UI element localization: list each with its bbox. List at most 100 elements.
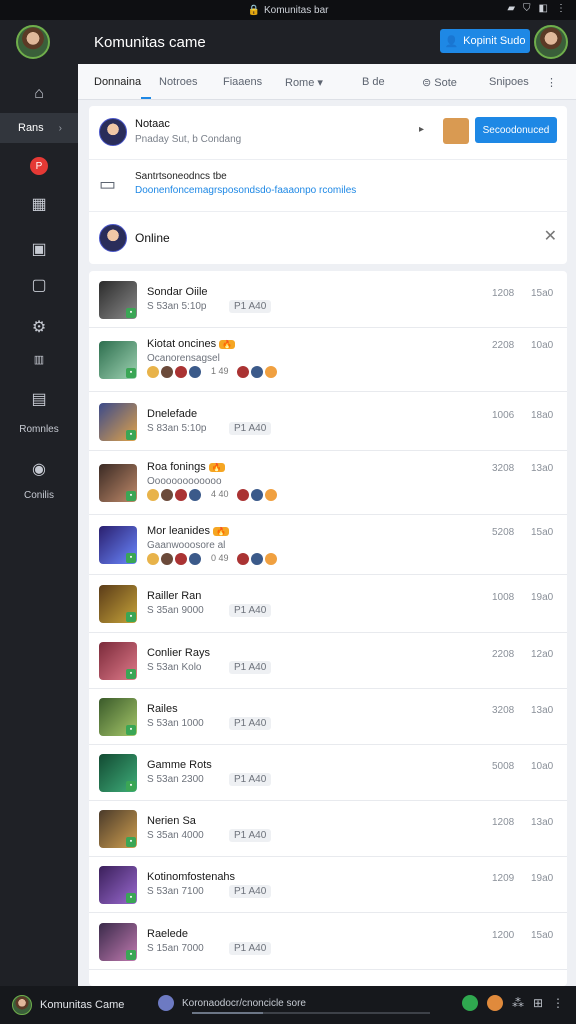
game-name: Kotinomfostenahs (147, 871, 235, 883)
bottom-title: Komunitas Came (40, 999, 125, 1011)
game-meta: S 53an 7100 (147, 886, 204, 897)
reaction-icon[interactable] (486, 995, 503, 1011)
tab-donnaina[interactable]: Donnaina (94, 76, 141, 88)
game-row[interactable]: ▪ Kiotat oncines 🔥 Ocanorensagsel 1 49 2208 10… (89, 328, 567, 392)
game-thumbnail: ▪ (99, 754, 137, 792)
sidebar-item-settings[interactable]: ⚙ (0, 312, 78, 342)
tabs-more-icon[interactable]: ⋮ (546, 76, 557, 89)
tab-bde[interactable]: B de (362, 76, 385, 88)
tab-rome-label: Rome (285, 77, 315, 89)
game-badge: P1 A40 (229, 885, 272, 898)
sidebar-item-chart[interactable]: ▦ (0, 189, 78, 219)
online-label: Online (135, 231, 170, 245)
game-meta: S 53an 1000 (147, 718, 204, 729)
sidebar-item-image[interactable]: ▣ (0, 234, 78, 264)
sidebar-item-card[interactable]: ▢ (0, 270, 78, 300)
tab-notroes[interactable]: Notroes (159, 76, 198, 88)
game-time: 15a0 (531, 288, 554, 299)
sidebar-item-messages[interactable]: ▤ (0, 384, 78, 414)
sidebar-label-romnles[interactable]: Romnles (0, 424, 78, 435)
game-row[interactable]: ▪ Gamme Rots S 53an 2300 P1 A40 5008 10a0 (89, 745, 567, 801)
monitor-icon: ▭ (99, 174, 117, 194)
game-thumbnail: ▪ (99, 341, 137, 379)
progress-bar[interactable] (192, 1012, 430, 1014)
game-name-text: Sondar Oiile (147, 286, 208, 298)
game-row[interactable]: ▪ Dnelefade S 83an 5:10p P1 A40 1006 18a0 (89, 392, 567, 451)
friend-avatar-icon (264, 366, 277, 378)
grid-icon[interactable]: ⊞ (533, 996, 543, 1010)
game-meta: S 35an 4000 (147, 830, 204, 841)
game-players: 5208 (492, 527, 515, 538)
users-icon[interactable]: ⁂ (512, 996, 524, 1010)
game-time: 13a0 (531, 705, 554, 716)
friend-avatar-icon (189, 489, 201, 501)
info-panel: Notaac Pnaday Sut, b Condang ▸ Secoodonu… (89, 106, 567, 264)
bottom-avatar[interactable] (12, 995, 32, 1015)
sidebar-item-user[interactable]: ◉ (0, 454, 78, 484)
now-playing[interactable]: Koronaodocr/cnoncicle sore (158, 995, 306, 1011)
game-name-text: Railes (147, 703, 178, 715)
game-thumbnail: ▪ (99, 526, 137, 564)
game-chips: 1 49 (147, 366, 279, 378)
tab-sote-label: Sote (434, 77, 457, 89)
user-avatar[interactable] (16, 25, 50, 59)
profile-avatar[interactable] (534, 25, 568, 59)
game-list: ▪ Sondar Oiile S 53an 5:10p P1 A40 1208 15a0 ▪… (89, 271, 567, 986)
sidebar-item-red[interactable]: P (0, 151, 78, 181)
more-icon[interactable]: ⋮ (552, 996, 564, 1010)
game-row[interactable]: ▪ Railler Ran S 35an 9000 P1 A40 1008 19a0 (89, 575, 567, 633)
game-name: Dnelefade (147, 408, 197, 420)
friend-avatar-icon (250, 489, 263, 501)
join-button[interactable]: 👤 Kopinit Sudo (440, 29, 530, 53)
game-thumbnail: ▪ (99, 923, 137, 961)
tab-snipoes[interactable]: Snipoes (489, 76, 529, 88)
sidebar-item-rans[interactable]: Rans › (0, 113, 78, 143)
game-row[interactable]: ▪ Conlier Rays S 53an Kolo P1 A40 2208 12a0 (89, 633, 567, 689)
tab-sote[interactable]: ⊜ Sote (422, 76, 457, 89)
game-row[interactable]: ▪ Nerien Sa S 35an 4000 P1 A40 1208 13a0 (89, 801, 567, 857)
game-chips: 0 49 (147, 553, 279, 565)
game-row[interactable]: ▪ Mor leanides 🔥 Gaanwooosore al 0 49 5208 15a… (89, 515, 567, 575)
game-time: 19a0 (531, 873, 554, 884)
tab-fiaaens[interactable]: Fiaaens (223, 76, 262, 88)
fire-badge-icon: 🔥 (208, 462, 225, 472)
game-name: Mor leanides 🔥 (147, 525, 229, 537)
sidebar-item-home[interactable]: ⌂ (0, 79, 78, 109)
chevron-down-icon: ▾ (317, 77, 323, 89)
game-row[interactable]: ▪ Roa fonings 🔥 Ooooooooooooo 4 40 3208 13a0 (89, 451, 567, 515)
notice-action-button[interactable]: Secoodonuced (475, 117, 557, 143)
close-icon[interactable]: ✕ (544, 226, 557, 246)
game-badge: P1 A40 (229, 422, 272, 435)
shield-icon[interactable]: ⛉ (523, 3, 531, 14)
game-row[interactable]: ▪ Sondar Oiile S 53an 5:10p P1 A40 1208 15a0 (89, 271, 567, 328)
game-players: 1008 (492, 592, 515, 603)
game-time: 13a0 (531, 463, 554, 474)
more-icon[interactable]: ⋮ (556, 3, 566, 14)
game-name-text: Nerien Sa (147, 815, 196, 827)
game-thumbnail: ▪ (99, 585, 137, 623)
sidebar-item-list[interactable]: ▥ (0, 344, 78, 374)
game-badge: P1 A40 (229, 829, 272, 842)
tab-rome[interactable]: Rome ▾ (285, 76, 323, 89)
banner-link[interactable]: Doonenfoncemagrsposondsdo-faaaonpo rcomi… (135, 185, 356, 196)
friend-avatar-icon (264, 489, 277, 501)
online-row: Online ✕ (89, 212, 567, 264)
friend-avatar-icon (236, 553, 249, 565)
pin-icon: ▸ (419, 124, 425, 135)
game-thumbnail: ▪ (99, 464, 137, 502)
friend-avatar-icon (147, 366, 159, 378)
game-meta: S 53an 5:10p (147, 301, 207, 312)
friend-avatar-icon (161, 489, 173, 501)
badge-icon[interactable]: ◧ (539, 3, 548, 14)
game-name: Railes (147, 703, 178, 715)
game-row[interactable]: ▪ Railes S 53an 1000 P1 A40 3208 13a0 (89, 689, 567, 745)
game-row[interactable]: ▪ Kotinomfostenahs S 53an 7100 P1 A40 1209 19… (89, 857, 567, 913)
app-icon[interactable]: ▰ (507, 3, 515, 14)
game-row[interactable]: ▪ Raelede S 15an 7000 P1 A40 1200 15a0 (89, 913, 567, 970)
active-tab-indicator (141, 97, 151, 99)
sidebar-label-conilis[interactable]: Conilis (0, 490, 78, 501)
game-name-text: Railler Ran (147, 590, 202, 602)
game-meta: S 35an 9000 (147, 605, 204, 616)
game-name-text: Kiotat oncines (147, 338, 217, 350)
status-online-icon[interactable] (461, 995, 478, 1011)
